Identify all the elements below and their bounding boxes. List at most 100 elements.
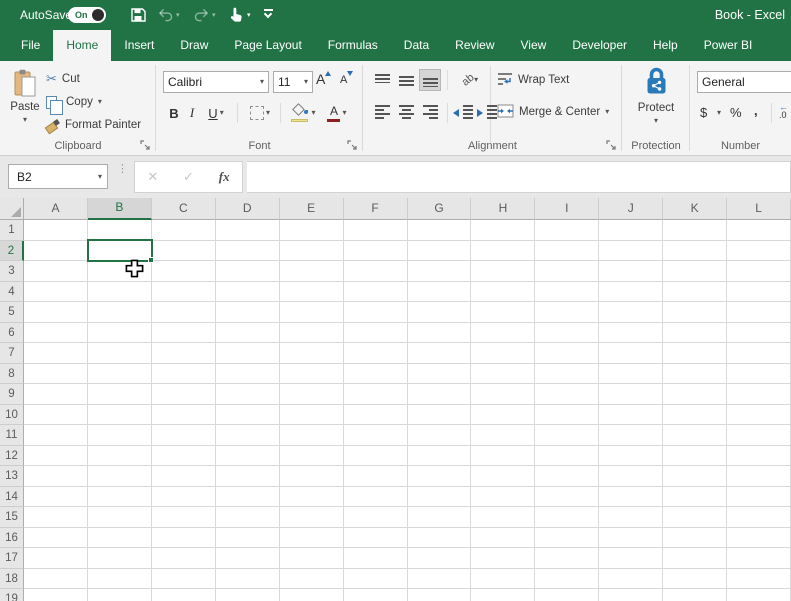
row-header-3[interactable]: 3 xyxy=(0,261,24,282)
cell-L6[interactable] xyxy=(727,322,791,343)
cell-B6[interactable] xyxy=(87,322,152,343)
cell-L13[interactable] xyxy=(727,466,791,487)
cell-B14[interactable] xyxy=(87,486,152,507)
cell-H7[interactable] xyxy=(471,343,536,364)
tab-developer[interactable]: Developer xyxy=(559,30,640,61)
cell-F4[interactable] xyxy=(343,281,408,302)
cell-E12[interactable] xyxy=(279,445,344,466)
cell-C12[interactable] xyxy=(151,445,216,466)
cell-K8[interactable] xyxy=(663,363,728,384)
cell-I5[interactable] xyxy=(535,302,600,323)
cell-A3[interactable] xyxy=(23,261,88,282)
cell-K5[interactable] xyxy=(663,302,728,323)
row-header-1[interactable]: 1 xyxy=(0,220,24,241)
font-dialog-launcher-icon[interactable] xyxy=(347,140,358,151)
row-header-9[interactable]: 9 xyxy=(0,384,24,405)
cell-H3[interactable] xyxy=(471,261,536,282)
cancel-icon[interactable]: ✕ xyxy=(135,169,171,185)
cell-J19[interactable] xyxy=(599,589,664,601)
cell-B3[interactable] xyxy=(87,261,152,282)
cell-G7[interactable] xyxy=(407,343,472,364)
cell-C1[interactable] xyxy=(151,220,216,241)
bold-button[interactable]: B xyxy=(165,101,183,125)
cell-I19[interactable] xyxy=(535,589,600,601)
cell-I15[interactable] xyxy=(535,507,600,528)
cell-E4[interactable] xyxy=(279,281,344,302)
cell-A2[interactable] xyxy=(23,240,88,261)
cell-D17[interactable] xyxy=(215,548,280,569)
cell-D12[interactable] xyxy=(215,445,280,466)
cell-H18[interactable] xyxy=(471,568,536,589)
clipboard-dialog-launcher-icon[interactable] xyxy=(140,140,151,151)
cell-E10[interactable] xyxy=(279,404,344,425)
tab-data[interactable]: Data xyxy=(391,30,442,61)
cell-F15[interactable] xyxy=(343,507,408,528)
row-header-6[interactable]: 6 xyxy=(0,322,24,343)
cell-B2[interactable] xyxy=(87,240,152,261)
cell-A1[interactable] xyxy=(23,220,88,241)
column-header-F[interactable]: F xyxy=(343,198,408,220)
align-right-button[interactable] xyxy=(419,101,441,123)
decrease-font-size-button[interactable]: A xyxy=(340,71,354,93)
cell-F13[interactable] xyxy=(343,466,408,487)
cell-E6[interactable] xyxy=(279,322,344,343)
name-box-dropdown-icon[interactable]: ▾ xyxy=(98,172,102,181)
align-center-button[interactable] xyxy=(395,101,417,123)
cell-L12[interactable] xyxy=(727,445,791,466)
cell-H19[interactable] xyxy=(471,589,536,601)
cell-J12[interactable] xyxy=(599,445,664,466)
cell-K16[interactable] xyxy=(663,527,728,548)
cell-I6[interactable] xyxy=(535,322,600,343)
cell-K2[interactable] xyxy=(663,240,728,261)
cell-A17[interactable] xyxy=(23,548,88,569)
cell-F5[interactable] xyxy=(343,302,408,323)
format-painter-button[interactable]: Format Painter xyxy=(46,115,141,135)
column-header-I[interactable]: I xyxy=(535,198,600,220)
cell-H13[interactable] xyxy=(471,466,536,487)
cell-L19[interactable] xyxy=(727,589,791,601)
underline-dropdown-icon[interactable]: ▾ xyxy=(220,109,224,117)
cell-D14[interactable] xyxy=(215,486,280,507)
cell-C6[interactable] xyxy=(151,322,216,343)
cell-K6[interactable] xyxy=(663,322,728,343)
cell-L11[interactable] xyxy=(727,425,791,446)
increase-indent-button[interactable] xyxy=(475,101,499,123)
cell-C11[interactable] xyxy=(151,425,216,446)
cell-E15[interactable] xyxy=(279,507,344,528)
font-name-combo[interactable]: Calibri ▾ xyxy=(163,71,269,93)
cell-F10[interactable] xyxy=(343,404,408,425)
cell-K10[interactable] xyxy=(663,404,728,425)
cell-B10[interactable] xyxy=(87,404,152,425)
merge-center-button[interactable]: Merge & Center ▾ xyxy=(497,101,609,123)
cell-G8[interactable] xyxy=(407,363,472,384)
cell-E16[interactable] xyxy=(279,527,344,548)
cell-J15[interactable] xyxy=(599,507,664,528)
cell-B15[interactable] xyxy=(87,507,152,528)
cell-C10[interactable] xyxy=(151,404,216,425)
comma-style-button[interactable]: , xyxy=(754,99,758,121)
cell-C19[interactable] xyxy=(151,589,216,601)
cell-K14[interactable] xyxy=(663,486,728,507)
row-header-11[interactable]: 11 xyxy=(0,425,24,446)
cell-D4[interactable] xyxy=(215,281,280,302)
tab-draw[interactable]: Draw xyxy=(167,30,221,61)
tab-view[interactable]: View xyxy=(508,30,560,61)
cell-L14[interactable] xyxy=(727,486,791,507)
tab-insert[interactable]: Insert xyxy=(111,30,167,61)
cell-G1[interactable] xyxy=(407,220,472,241)
cell-C8[interactable] xyxy=(151,363,216,384)
tab-power-bi[interactable]: Power BI xyxy=(691,30,766,61)
cell-E2[interactable] xyxy=(279,240,344,261)
cell-D10[interactable] xyxy=(215,404,280,425)
cell-J18[interactable] xyxy=(599,568,664,589)
cell-G4[interactable] xyxy=(407,281,472,302)
cell-J17[interactable] xyxy=(599,548,664,569)
merge-center-dropdown-icon[interactable]: ▾ xyxy=(605,108,609,116)
cell-C5[interactable] xyxy=(151,302,216,323)
cell-C3[interactable] xyxy=(151,261,216,282)
increase-decimal-button[interactable]: ← .0 xyxy=(779,103,791,120)
cell-C9[interactable] xyxy=(151,384,216,405)
cell-A6[interactable] xyxy=(23,322,88,343)
cell-D8[interactable] xyxy=(215,363,280,384)
font-color-button[interactable]: A ▾ xyxy=(322,101,352,125)
